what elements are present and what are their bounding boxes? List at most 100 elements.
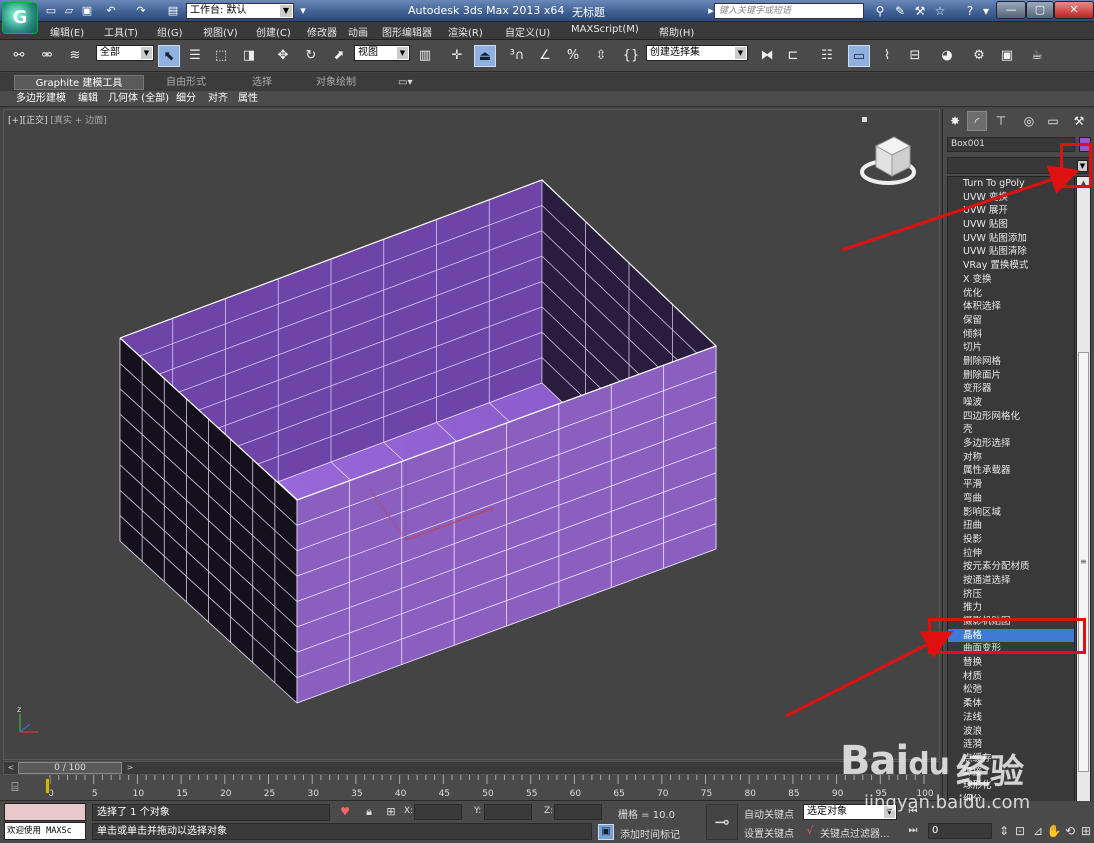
schematic-view-icon[interactable]: ⊟ xyxy=(904,45,926,67)
viewport-label-shading[interactable]: [真实 + 边面] xyxy=(50,116,106,126)
modifier-list-scrollbar[interactable]: ▲ ≡ ▼ xyxy=(1076,176,1091,821)
time-slider-handle[interactable]: 0 / 100 xyxy=(18,762,122,774)
select-scale-icon[interactable]: ⬈ xyxy=(328,45,350,67)
modifier-list-item[interactable]: 噪波 xyxy=(948,396,1074,410)
subtab-align[interactable]: 对齐 xyxy=(208,92,228,106)
select-move-icon[interactable]: ✥ xyxy=(272,45,294,67)
tab-selection[interactable]: 选择 xyxy=(246,75,278,90)
angle-snap-icon[interactable]: ∠ xyxy=(534,45,556,67)
modifier-list-item[interactable]: 体积选择 xyxy=(948,300,1074,314)
select-manipulate-icon[interactable]: ✛ xyxy=(446,45,468,67)
align-icon[interactable]: ⊏ xyxy=(782,45,804,67)
add-time-tag-label[interactable]: 添加时间标记 xyxy=(620,826,680,841)
communication-icon[interactable]: ⚒ xyxy=(912,3,928,19)
orbit-icon[interactable]: ⟲ xyxy=(1062,823,1078,839)
workspace-dropdown[interactable]: 工作台: 默认 ▼ xyxy=(186,3,294,19)
material-editor-icon[interactable]: ◕ xyxy=(936,45,958,67)
app-logo-icon[interactable]: G xyxy=(2,2,38,34)
spinner-snap-icon[interactable]: ⇳ xyxy=(590,45,612,67)
box-object[interactable] xyxy=(119,179,718,704)
pivot-center-icon[interactable]: ▥ xyxy=(414,45,436,67)
time-prev-icon[interactable]: < xyxy=(5,762,17,774)
binoculars-icon[interactable]: ⚲ xyxy=(872,3,888,19)
mirror-icon[interactable]: ⧓ xyxy=(756,45,778,67)
menu-views[interactable]: 视图(V) xyxy=(203,24,238,39)
new-file-icon[interactable]: ▭ xyxy=(44,4,58,17)
select-link-icon[interactable]: ⚯ xyxy=(8,45,30,67)
ribbon-options-icon[interactable]: ▭▾ xyxy=(392,75,418,90)
menu-group[interactable]: 组(G) xyxy=(157,24,183,39)
set-key-button[interactable]: 设置关键点 xyxy=(744,825,794,840)
rect-selection-icon[interactable]: ⬚ xyxy=(210,45,232,67)
graphite-toggle-icon[interactable]: ▭ xyxy=(848,45,870,67)
modifier-list-item[interactable]: 材质 xyxy=(948,670,1074,684)
zoom-extents-icon[interactable]: ⊡ xyxy=(1012,823,1028,839)
modifier-list-item[interactable]: 球形化 xyxy=(948,779,1074,793)
modifier-list-item[interactable]: 波浪 xyxy=(948,725,1074,739)
perspective-viewport[interactable]: z [+][正交] [真实 + 边面] xyxy=(3,109,940,760)
tab-graphite[interactable]: Graphite 建模工具 xyxy=(14,75,144,90)
rendered-frame-icon[interactable]: ▣ xyxy=(996,45,1018,67)
subtab-edit[interactable]: 编辑 xyxy=(78,92,98,106)
subtab-geometry[interactable]: 几何体 (全部) xyxy=(108,92,169,106)
menu-help[interactable]: 帮助(H) xyxy=(659,24,694,39)
modifier-list-item[interactable]: UVW 展开 xyxy=(948,204,1074,218)
tab-object-paint[interactable]: 对象绘制 xyxy=(310,75,362,90)
menu-rendering[interactable]: 渲染(R) xyxy=(448,24,483,39)
save-icon[interactable]: ▣ xyxy=(80,4,94,17)
track-bar[interactable]: ⌸ 0 5 10 15 20 25 30 35 40 45 50 55 60 65 70 75 80 85 90 95… xyxy=(0,775,940,801)
modifier-list-item[interactable]: 点缓存 xyxy=(948,752,1074,766)
key-filter-icon[interactable]: √ xyxy=(803,824,817,838)
selection-lock-icon[interactable]: 🔒︎ xyxy=(362,805,376,819)
display-tab-icon[interactable]: ▭ xyxy=(1043,111,1063,131)
viewport-label[interactable]: [+][正交] [真实 + 边面] xyxy=(8,113,107,126)
modifier-list-item[interactable]: 影响区域 xyxy=(948,506,1074,520)
pan-hand-icon[interactable]: ✋ xyxy=(1046,823,1062,839)
modifier-list-item[interactable]: 多边形选择 xyxy=(948,437,1074,451)
modifier-list-item[interactable]: 投影 xyxy=(948,533,1074,547)
modifier-list-item[interactable]: 扭曲 xyxy=(948,519,1074,533)
undo-icon[interactable]: ↶ xyxy=(104,4,118,17)
modifier-list-item[interactable]: 推力 xyxy=(948,601,1074,615)
motion-tab-icon[interactable]: ◎ xyxy=(1019,111,1039,131)
modifier-list-item[interactable]: 拉伸 xyxy=(948,547,1074,561)
modifier-list-item[interactable]: 挤压 xyxy=(948,588,1074,602)
modifier-list-item[interactable]: 优化 xyxy=(948,287,1074,301)
viewcube[interactable] xyxy=(860,136,916,185)
window-crossing-icon[interactable]: ◨ xyxy=(238,45,260,67)
modifier-list-item[interactable]: 四边形网格化 xyxy=(948,410,1074,424)
bind-space-warp-icon[interactable]: ≋ xyxy=(64,45,86,67)
modifier-list[interactable]: Turn To gPoly UVW 变换 UVW 展开 UVW 贴图 UVW 贴图添加 U… xyxy=(947,176,1075,821)
modifier-list-item[interactable]: 松弛 xyxy=(948,683,1074,697)
maxscript-mini-listener[interactable]: 欢迎使用 MAXSc xyxy=(4,822,86,840)
menu-animation[interactable]: 动画 xyxy=(348,24,368,39)
curve-editor-icon[interactable]: ⌇ xyxy=(876,45,898,67)
quick-access-more-icon[interactable]: ▾ xyxy=(296,4,310,17)
menu-customize[interactable]: 自定义(U) xyxy=(505,24,550,39)
modify-tab-icon[interactable]: ◜ xyxy=(967,111,987,131)
menu-edit[interactable]: 编辑(E) xyxy=(50,24,84,39)
modifier-list-item[interactable]: 法线 xyxy=(948,711,1074,725)
object-name-field[interactable]: Box001 xyxy=(947,137,1075,152)
modifier-list-item[interactable]: 弯曲 xyxy=(948,492,1074,506)
isolate-selection-icon[interactable]: ♥ xyxy=(338,805,352,819)
modifier-list-item[interactable]: 按元素分配材质 xyxy=(948,560,1074,574)
modifier-list-item[interactable]: 倾斜 xyxy=(948,328,1074,342)
modifier-list-item[interactable]: UVW 贴图清除 xyxy=(948,245,1074,259)
x-coordinate-field[interactable] xyxy=(414,804,462,820)
spinner-icon[interactable]: ⇕ xyxy=(996,823,1012,839)
help-dropdown-icon[interactable]: ▾ xyxy=(978,3,994,19)
minimize-button[interactable]: — xyxy=(996,1,1026,19)
reference-coord-dropdown[interactable]: 视图 ▼ xyxy=(354,45,410,61)
create-tab-icon[interactable]: ✸ xyxy=(945,111,965,131)
modifier-list-item[interactable]: 删除网格 xyxy=(948,355,1074,369)
key-mode-toggle-icon[interactable]: ⏭ xyxy=(906,824,920,838)
modifier-list-item[interactable]: 保留 xyxy=(948,314,1074,328)
modifier-list-item[interactable]: VRay 置换模式 xyxy=(948,259,1074,273)
modifier-list-item[interactable]: 柔体 xyxy=(948,697,1074,711)
keyboard-shortcut-override-icon[interactable]: ⏏ xyxy=(474,45,496,67)
favorites-star-icon[interactable]: ☆ xyxy=(932,3,948,19)
redo-icon[interactable]: ↷ xyxy=(134,4,148,17)
modifier-list-item[interactable]: 壳 xyxy=(948,423,1074,437)
snaps-toggle-icon[interactable]: ³∩ xyxy=(506,45,528,67)
